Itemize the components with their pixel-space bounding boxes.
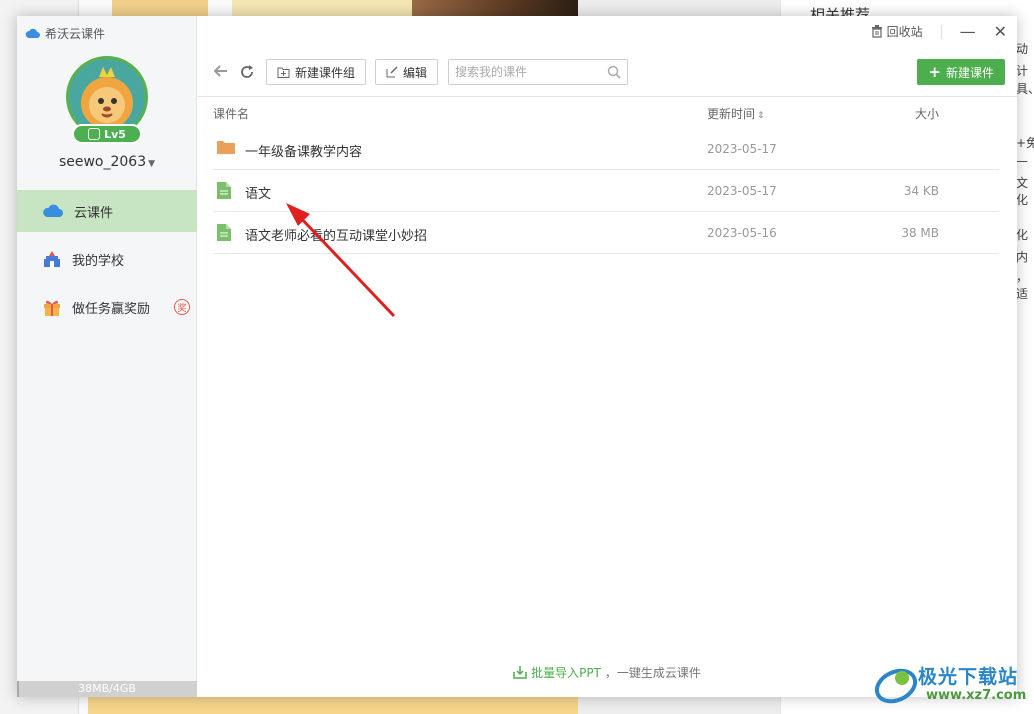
sidebar-item-label: 云课件 (74, 205, 114, 221)
sidebar-item-label: 我的学校 (72, 253, 125, 269)
school-icon (44, 251, 60, 267)
back-arrow-icon[interactable] (213, 65, 229, 81)
search-icon[interactable] (607, 65, 621, 79)
username-label: seewo_2063 (58, 154, 147, 170)
column-header-size[interactable]: 大小 (915, 105, 939, 122)
plus-icon: + (928, 63, 941, 81)
file-icon (217, 182, 231, 199)
edit-button[interactable]: 编辑 (375, 59, 439, 85)
bg-right-text: 化 (1016, 228, 1029, 242)
cloud-logo-icon (25, 28, 40, 38)
sidebar-item-cloud-courseware[interactable]: 云课件 (17, 190, 197, 232)
folder-icon (217, 141, 235, 154)
main-panel: 回收站 — ✕ 新建课件组 编辑 搜索我的课件 + 新建课件 课件名 更新时间 … (197, 16, 1017, 697)
edit-label: 编辑 (403, 65, 428, 80)
app-title: 希沃云课件 (25, 25, 105, 42)
storage-text: 38MB/4GB (78, 682, 136, 695)
level-icon (88, 128, 101, 140)
search-box (448, 59, 628, 85)
row-name: 语文老师必看的互动课堂小妙招 (245, 229, 428, 244)
sidebar-nav: 云课件 我的学校 做任务赢奖励 奖 (17, 190, 197, 334)
reward-badge: 奖 (174, 299, 191, 315)
bg-right-text: 文化 (1016, 176, 1029, 207)
table-row[interactable]: 一年级备课教学内容 2023-05-17 (213, 128, 999, 170)
watermark: 极光下载站 www.xz7.com (872, 660, 1032, 710)
window-controls: 回收站 — ✕ (871, 23, 1007, 40)
gift-icon (44, 300, 60, 316)
table-row[interactable]: 语文 2023-05-17 34 KB (213, 170, 999, 212)
recycle-bin-button[interactable]: 回收站 (871, 23, 923, 40)
username-dropdown[interactable]: seewo_2063 ▼ (17, 154, 197, 170)
courseware-list: 一年级备课教学内容 2023-05-17 语文 2023-05-17 34 KB… (213, 128, 999, 254)
folder-plus-icon (277, 67, 290, 78)
bg-right-text: +免 (1016, 136, 1034, 150)
table-row[interactable]: 语文老师必看的互动课堂小妙招 2023-05-16 38 MB (213, 212, 999, 254)
recycle-bin-label: 回收站 (886, 25, 923, 39)
sort-icon: ⇕ (757, 111, 765, 121)
column-header-name[interactable]: 课件名 (213, 105, 249, 122)
column-header-updated[interactable]: 更新时间 ⇕ (707, 105, 765, 122)
new-courseware-button[interactable]: + 新建课件 (917, 59, 1005, 85)
footer-text: ，一键生成云课件 (604, 666, 701, 680)
new-courseware-label: 新建课件 (945, 65, 994, 80)
bg-right-text: 计 (1016, 64, 1029, 78)
divider (197, 96, 1017, 97)
row-size: 34 KB (903, 184, 939, 198)
import-icon (513, 666, 527, 679)
sidebar-item-tasks-rewards[interactable]: 做任务赢奖励 奖 (17, 286, 197, 328)
caret-down-icon: ▼ (148, 159, 156, 169)
new-group-button[interactable]: 新建课件组 (266, 59, 367, 85)
close-button[interactable]: ✕ (994, 23, 1007, 40)
cloud-icon (43, 204, 63, 217)
row-updated: 2023-05-17 (707, 142, 777, 156)
sidebar-item-label: 做任务赢奖励 (72, 301, 151, 317)
cloud-courseware-window: 希沃云课件 Lv5 seewo_2063 ▼ 云课件 我的学校 做任务赢奖励 奖… (17, 16, 1017, 697)
watermark-logo-icon (874, 668, 918, 704)
avatar[interactable]: Lv5 (66, 56, 148, 144)
bg-right-text: ，适 (1016, 270, 1029, 301)
sidebar-item-my-school[interactable]: 我的学校 (17, 238, 197, 280)
bg-right-text: 具、 (1016, 82, 1034, 96)
new-group-label: 新建课件组 (295, 65, 356, 80)
batch-import-link[interactable]: 批量导入PPT (531, 664, 601, 681)
file-icon (217, 224, 231, 241)
row-updated: 2023-05-17 (707, 184, 777, 198)
search-input[interactable] (449, 60, 599, 84)
refresh-icon[interactable] (239, 65, 255, 81)
watermark-text: 极光下载站 (918, 666, 1019, 688)
bg-right-text: 内 (1016, 250, 1029, 264)
row-updated: 2023-05-16 (707, 226, 777, 240)
row-name: 语文 (245, 187, 272, 202)
trash-icon (871, 25, 882, 38)
bg-right-text: — (1016, 154, 1028, 168)
app-title-label: 希沃云课件 (45, 27, 106, 41)
level-badge: Lv5 (72, 124, 142, 144)
bg-right-text: 动 (1016, 42, 1029, 56)
divider (940, 24, 942, 39)
level-label: Lv5 (104, 127, 126, 141)
column-header-label: 更新时间 (707, 107, 756, 121)
row-size: 38 MB (901, 226, 939, 240)
row-name: 一年级备课教学内容 (245, 145, 363, 160)
toolbar: 新建课件组 编辑 + 新建课件 (197, 59, 1017, 87)
storage-bar: 38MB/4GB (17, 681, 197, 697)
minimize-button[interactable]: — (960, 23, 976, 40)
edit-icon (386, 66, 398, 78)
watermark-url: www.xz7.com (926, 688, 1027, 703)
sidebar: 希沃云课件 Lv5 seewo_2063 ▼ 云课件 我的学校 做任务赢奖励 奖… (17, 16, 197, 697)
